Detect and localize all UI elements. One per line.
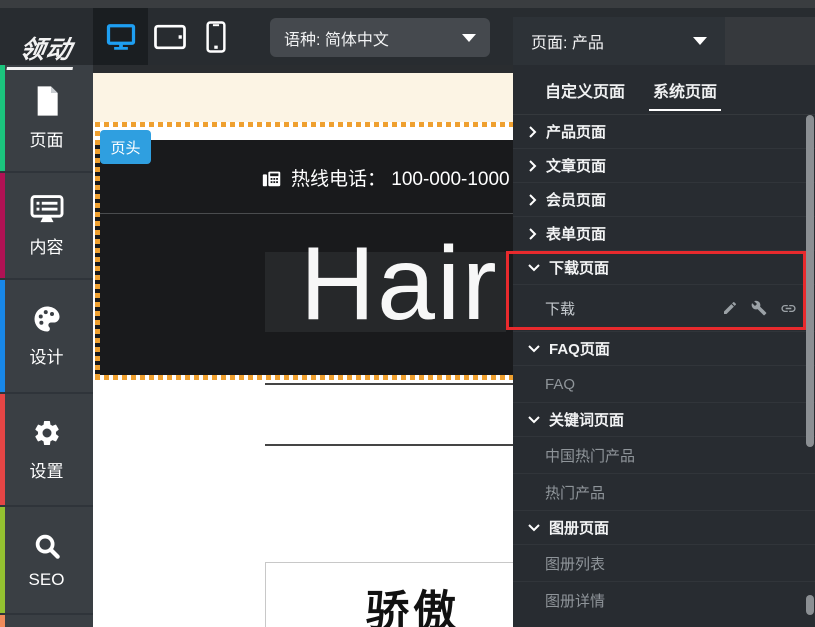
sidebar-item-content[interactable]: 内容 xyxy=(0,171,93,278)
item-label: 图册详情 xyxy=(545,590,605,611)
group-label: FAQ页面 xyxy=(549,338,610,359)
group-album-pages[interactable]: 图册页面 xyxy=(513,511,815,545)
item-label: FAQ xyxy=(545,376,575,393)
editor-window: { "topbar": { "logo_text": "领动", "langua… xyxy=(0,0,815,627)
page-selector-dropdown[interactable]: 页面: 产品 xyxy=(513,17,725,65)
sidebar-item-settings[interactable]: 设置 xyxy=(0,392,93,505)
group-member-pages[interactable]: 会员页面 xyxy=(513,183,815,217)
hotline-text: 热线电话： 100-000-1000 xyxy=(261,164,510,191)
tab-custom-pages[interactable]: 自定义页面 xyxy=(545,65,625,114)
sidebar-item-label: 页面 xyxy=(30,126,64,151)
tab-system-pages[interactable]: 系统页面 xyxy=(653,65,717,114)
accent-bar xyxy=(0,615,5,627)
page-list: 产品页面 文章页面 会员页面 表单页面 下载页面 下载 xyxy=(513,115,815,619)
sidebar-item-label: SEO xyxy=(29,570,65,590)
app-logo: 领动 xyxy=(6,30,79,70)
link-icon[interactable] xyxy=(780,300,797,317)
content-icon xyxy=(30,194,64,224)
sidebar-item-label: 设计 xyxy=(30,343,64,368)
group-label: 会员页面 xyxy=(546,189,606,210)
page-selector-label: 页面: 产品 xyxy=(531,29,604,53)
site-banner-text: 骄傲 xyxy=(366,577,460,627)
group-label: 下载页面 xyxy=(549,257,609,278)
group-article-pages[interactable]: 文章页面 xyxy=(513,149,815,183)
chevron-right-icon xyxy=(528,126,537,138)
chevron-down-icon xyxy=(462,34,476,42)
chevron-down-icon xyxy=(693,37,707,45)
sidebar-item-design[interactable]: 设计 xyxy=(0,278,93,392)
panel-scrollbar-thumb[interactable] xyxy=(806,115,814,447)
group-form-pages[interactable]: 表单页面 xyxy=(513,217,815,251)
row-actions xyxy=(722,300,797,317)
search-icon xyxy=(32,531,62,561)
sidebar-item-label: 设置 xyxy=(30,457,64,482)
list-item-download[interactable]: 下载 xyxy=(513,285,815,332)
chevron-down-icon xyxy=(528,523,540,532)
sidebar-item-seo[interactable]: SEO xyxy=(0,505,93,613)
accent-bar xyxy=(0,394,5,505)
item-label: 下载 xyxy=(545,298,575,319)
accent-bar xyxy=(0,280,5,392)
chevron-right-icon xyxy=(528,160,537,172)
fax-icon xyxy=(261,167,283,189)
hotline-label: 热线电话： 100-000-1000 xyxy=(291,164,510,191)
item-label: 中国热门产品 xyxy=(545,445,635,466)
palette-icon xyxy=(31,304,63,334)
item-label: 热门产品 xyxy=(545,482,605,503)
chevron-right-icon xyxy=(528,194,537,206)
gear-icon xyxy=(32,418,62,448)
chevron-down-icon xyxy=(528,344,540,353)
accent-bar xyxy=(0,65,5,171)
group-label: 关键词页面 xyxy=(549,409,624,430)
desktop-icon xyxy=(105,22,137,52)
wrench-icon[interactable] xyxy=(751,300,767,316)
accent-bar xyxy=(0,173,5,278)
sidebar-item-partial[interactable] xyxy=(0,613,93,627)
list-item-faq[interactable]: FAQ xyxy=(513,366,815,403)
group-label: 表单页面 xyxy=(546,223,606,244)
mobile-icon xyxy=(206,21,226,53)
accent-bar xyxy=(0,507,5,613)
language-selector[interactable]: 语种: 简体中文 xyxy=(270,18,490,57)
top-right-spacer xyxy=(725,17,815,65)
language-selector-label: 语种: 简体中文 xyxy=(284,26,389,50)
section-tag-header[interactable]: 页头 xyxy=(100,130,151,164)
list-item-album-list[interactable]: 图册列表 xyxy=(513,545,815,582)
pencil-icon[interactable] xyxy=(722,300,738,316)
desktop-view-button[interactable] xyxy=(104,22,138,52)
list-item-hot-products[interactable]: 热门产品 xyxy=(513,474,815,511)
chevron-down-icon xyxy=(528,415,540,424)
sidebar-item-pages[interactable]: 页面 xyxy=(0,65,93,171)
mobile-view-button[interactable] xyxy=(199,22,233,52)
panel-tabs: 自定义页面 系统页面 xyxy=(513,65,815,115)
list-item-album-detail[interactable]: 图册详情 xyxy=(513,582,815,619)
group-keyword-pages[interactable]: 关键词页面 xyxy=(513,403,815,437)
group-label: 文章页面 xyxy=(546,155,606,176)
window-top-strip xyxy=(0,0,815,8)
item-label: 图册列表 xyxy=(545,553,605,574)
group-label: 产品页面 xyxy=(546,121,606,142)
group-label: 图册页面 xyxy=(549,517,609,538)
group-faq-pages[interactable]: FAQ页面 xyxy=(513,332,815,366)
left-sidebar: 页面 内容 设计 设置 SEO xyxy=(0,65,93,627)
group-product-pages[interactable]: 产品页面 xyxy=(513,115,815,149)
site-logo-text: Hair xyxy=(300,225,499,344)
list-item-china-hot-products[interactable]: 中国热门产品 xyxy=(513,437,815,474)
page-icon xyxy=(33,85,61,117)
page-scrollbar-thumb[interactable] xyxy=(806,595,814,615)
tablet-icon xyxy=(154,24,186,50)
chevron-right-icon xyxy=(528,228,537,240)
group-download-pages[interactable]: 下载页面 xyxy=(513,251,815,285)
system-pages-panel: 自定义页面 系统页面 产品页面 文章页面 会员页面 表单页面 下载页面 下载 xyxy=(513,65,815,627)
sidebar-item-label: 内容 xyxy=(30,233,64,258)
chevron-down-icon xyxy=(528,263,540,272)
tablet-view-button[interactable] xyxy=(153,22,187,52)
